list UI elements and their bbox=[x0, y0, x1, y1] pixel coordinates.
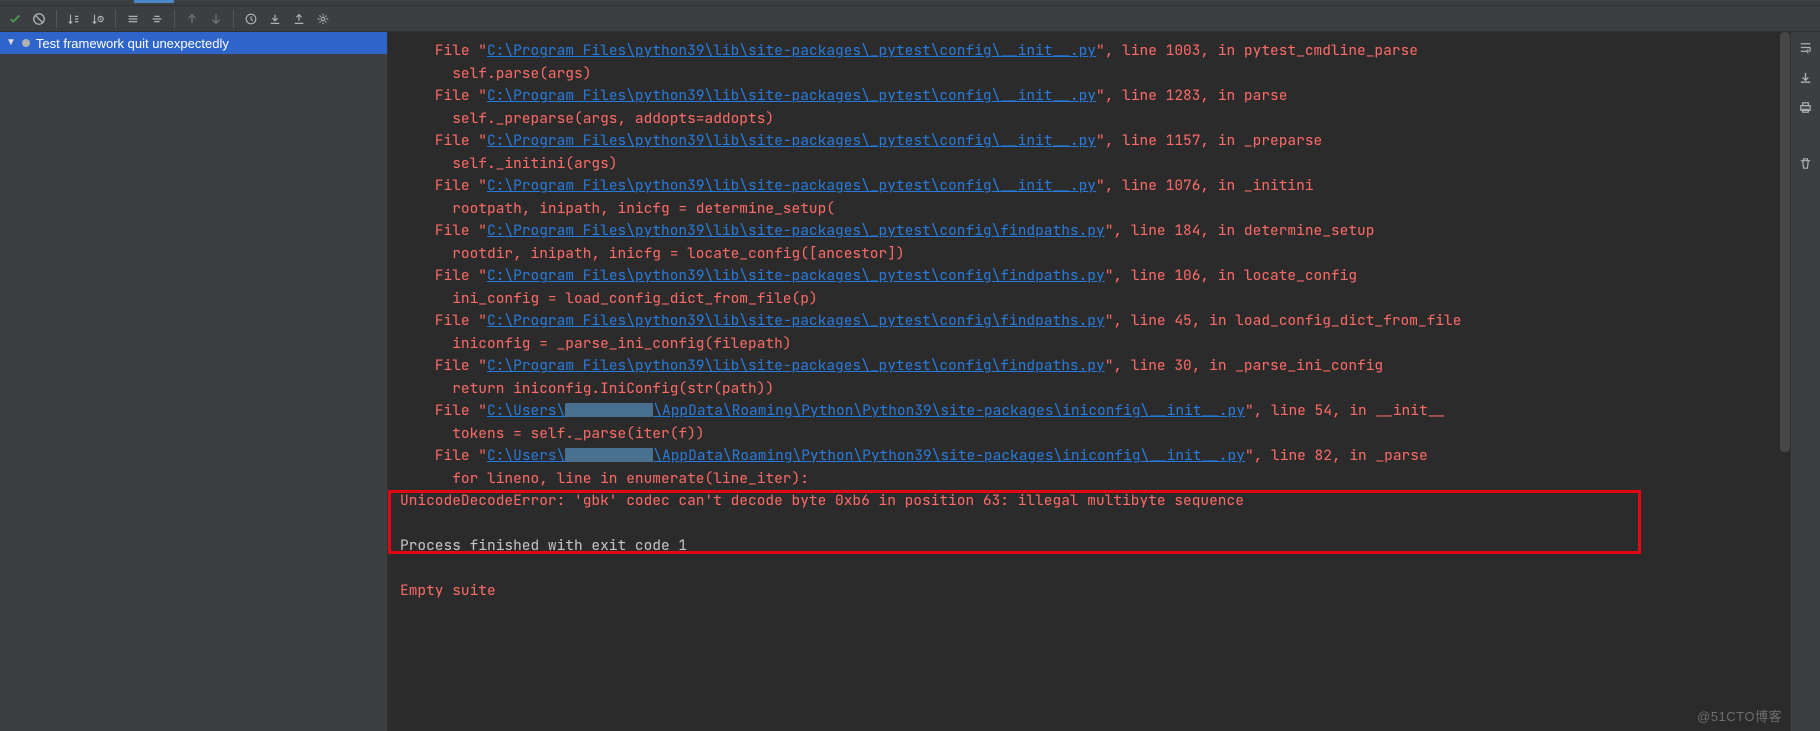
gear-icon[interactable] bbox=[312, 8, 334, 30]
test-tree-panel: ▼ Test framework quit unexpectedly bbox=[0, 32, 388, 731]
file-link[interactable]: C:\Users\ bbox=[487, 446, 565, 465]
console-side-toolbar bbox=[1790, 32, 1820, 731]
file-link[interactable]: C:\Program Files\python39\lib\site-packa… bbox=[487, 86, 1096, 105]
file-link[interactable]: C:\Program Files\python39\lib\site-packa… bbox=[487, 131, 1096, 150]
console-panel: File "C:\Program Files\python39\lib\site… bbox=[388, 32, 1820, 731]
checkmark-icon[interactable] bbox=[4, 8, 26, 30]
redacted-segment bbox=[565, 448, 653, 462]
file-link[interactable]: C:\Program Files\python39\lib\site-packa… bbox=[487, 41, 1096, 60]
file-link[interactable]: \AppData\Roaming\Python\Python39\site-pa… bbox=[653, 446, 1245, 465]
console-output[interactable]: File "C:\Program Files\python39\lib\site… bbox=[388, 32, 1820, 623]
redacted-segment bbox=[565, 403, 653, 417]
tab-strip bbox=[0, 0, 1820, 6]
print-icon[interactable] bbox=[1795, 96, 1817, 118]
scroll-to-end-icon[interactable] bbox=[1795, 66, 1817, 88]
sort-duration-icon[interactable] bbox=[87, 8, 109, 30]
toolbar-separator bbox=[233, 10, 234, 28]
toolbar-separator bbox=[174, 10, 175, 28]
file-link[interactable]: \AppData\Roaming\Python\Python39\site-pa… bbox=[653, 401, 1245, 420]
prev-failed-icon[interactable] bbox=[181, 8, 203, 30]
toolbar-separator bbox=[115, 10, 116, 28]
trash-icon[interactable] bbox=[1795, 152, 1817, 174]
run-toolbar bbox=[0, 6, 1820, 32]
file-link[interactable]: C:\Program Files\python39\lib\site-packa… bbox=[487, 311, 1105, 330]
tree-gutter bbox=[0, 54, 10, 731]
sort-az-icon[interactable] bbox=[63, 8, 85, 30]
history-icon[interactable] bbox=[240, 8, 262, 30]
file-link[interactable]: C:\Program Files\python39\lib\site-packa… bbox=[487, 221, 1105, 240]
expand-all-icon[interactable] bbox=[122, 8, 144, 30]
file-link[interactable]: C:\Program Files\python39\lib\site-packa… bbox=[487, 266, 1105, 285]
import-results-icon[interactable] bbox=[264, 8, 286, 30]
cancel-icon[interactable] bbox=[28, 8, 50, 30]
file-link[interactable]: C:\Users\ bbox=[487, 401, 565, 420]
toolbar-separator bbox=[56, 10, 57, 28]
test-message: Test framework quit unexpectedly bbox=[36, 36, 229, 51]
next-failed-icon[interactable] bbox=[205, 8, 227, 30]
scrollbar-thumb[interactable] bbox=[1780, 32, 1790, 452]
export-results-icon[interactable] bbox=[288, 8, 310, 30]
file-link[interactable]: C:\Program Files\python39\lib\site-packa… bbox=[487, 176, 1096, 195]
watermark-text: @51CTO博客 bbox=[1697, 706, 1782, 725]
soft-wrap-icon[interactable] bbox=[1795, 36, 1817, 58]
disclosure-triangle-icon[interactable]: ▼ bbox=[6, 38, 16, 48]
collapse-all-icon[interactable] bbox=[146, 8, 168, 30]
status-dot-icon bbox=[22, 39, 30, 47]
test-root-row[interactable]: ▼ Test framework quit unexpectedly bbox=[0, 32, 387, 54]
file-link[interactable]: C:\Program Files\python39\lib\site-packa… bbox=[487, 356, 1105, 375]
